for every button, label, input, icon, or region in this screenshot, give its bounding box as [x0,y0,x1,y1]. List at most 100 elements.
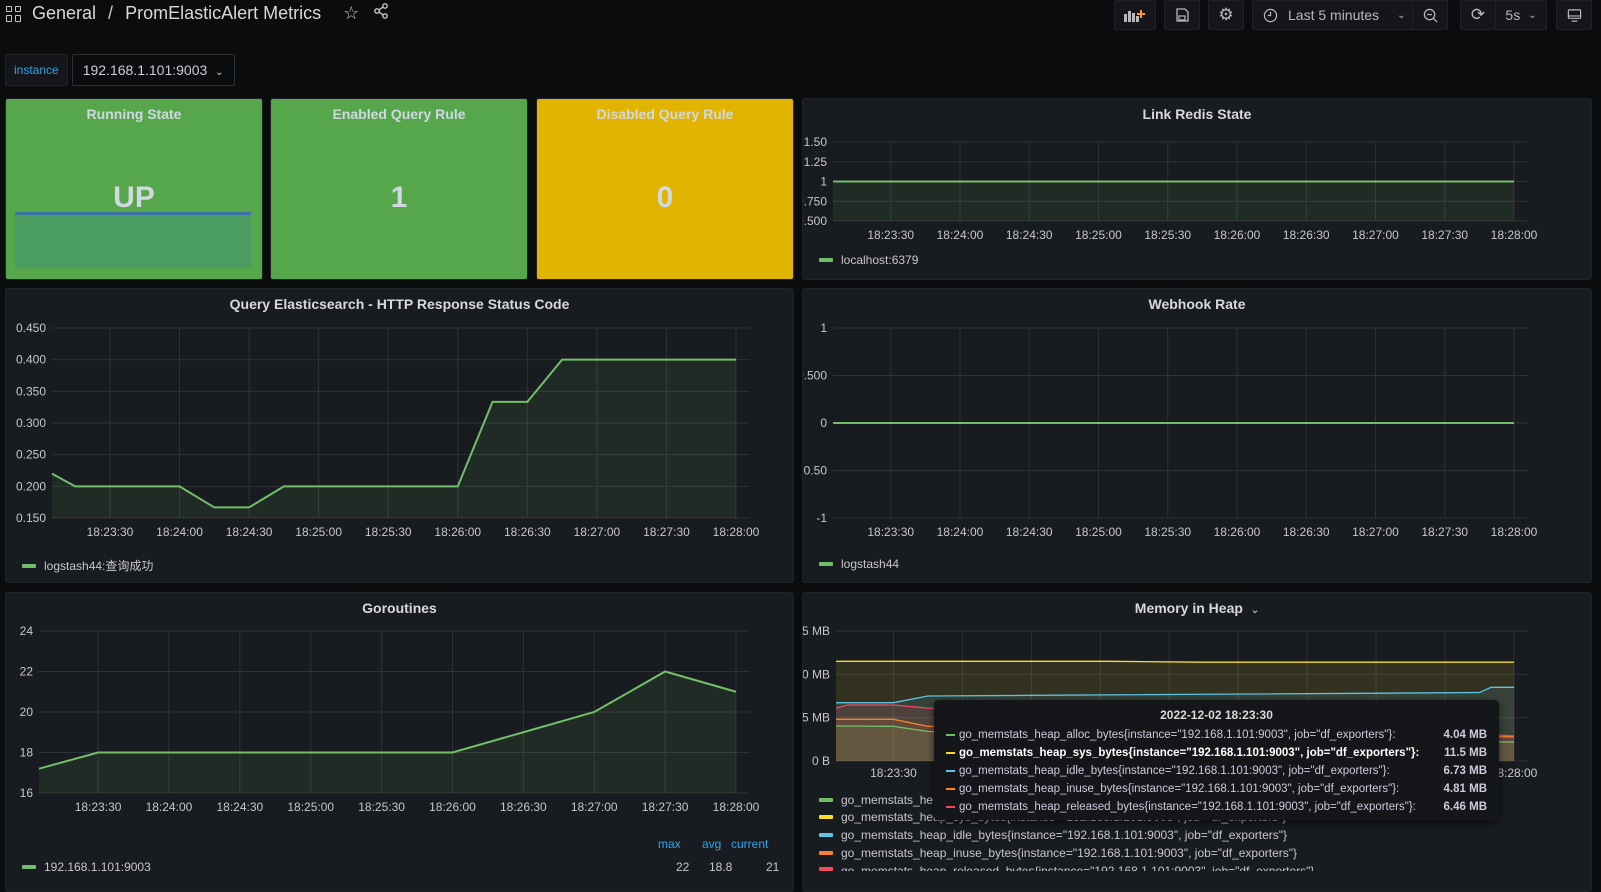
tv-mode-button[interactable] [1556,0,1592,30]
chart-link-redis-state[interactable]: 0.500 0.750 1 1.25 1.50 18:23:30 18:24:00 18:24… [803,99,1592,280]
legend-label: logstash44:查询成功 [44,559,154,573]
breadcrumb-folder[interactable]: General [32,3,96,24]
x-tick-label: 18:27:30 [1421,525,1468,539]
y-tick-label: 0 [820,416,827,430]
panel-goroutines[interactable]: Goroutines 16 18 20 22 24 18:23:30 18:24:00 18:… [5,592,794,892]
y-tick-label: 0.400 [16,353,46,367]
series-swatch [946,806,955,808]
top-navbar: General / PromElasticAlert Metrics ☆ ⚙ L… [0,0,1601,32]
legend-item[interactable]: 192.168.1.101:9003 [22,860,151,874]
legend-item[interactable]: go_memstats_heap_inuse_bytes{instance="1… [819,846,1297,860]
chevron-down-icon: ⌄ [215,67,224,78]
instance-variable-value: 192.168.1.101:9003 [82,62,208,78]
x-tick-label: 18:25:00 [1075,525,1122,539]
x-tick-label: 18:28:00 [1491,228,1538,242]
legend-swatch [819,815,833,819]
chart-webhook-rate[interactable]: -1 -0.50 0 0.500 1 18:23:30 18:24:00 18:24:30 18… [803,289,1592,583]
x-tick-label: 18:26:00 [1214,228,1261,242]
add-panel-button[interactable] [1114,0,1156,30]
tooltip-series-value: 11.5 MB [1444,747,1487,759]
legend-header-max[interactable]: max [658,837,681,851]
y-tick-label: 5 MB [803,711,830,725]
legend-swatch [22,865,36,869]
tooltip-series-name: go_memstats_heap_released_bytes{instance… [959,801,1416,813]
tooltip-series-value: 4.81 MB [1443,783,1487,795]
star-icon[interactable]: ☆ [343,3,359,24]
legend-item[interactable]: go_memstats_he [819,793,933,807]
dashboard-title[interactable]: PromElasticAlert Metrics [125,3,321,24]
apps-icon[interactable] [6,5,22,22]
legend-header-current[interactable]: current [731,837,768,851]
y-tick-label: 0.350 [16,384,46,398]
x-tick-label: 18:23:30 [867,228,914,242]
instance-variable-select[interactable]: 192.168.1.101:9003 ⌄ [71,54,235,86]
y-tick-label: 1 [820,175,827,189]
y-tick-label: -0.50 [803,464,827,478]
x-tick-label: 18:28:00 [713,525,760,539]
x-tick-label: 18:26:30 [1283,228,1330,242]
series-swatch [946,752,955,754]
y-tick-label: 1.25 [804,155,828,169]
legend-label: 192.168.1.101:9003 [44,860,151,874]
y-tick-label: 20 [20,705,34,719]
legend-header-avg[interactable]: avg [702,837,721,851]
x-tick-label: 18:24:30 [226,525,273,539]
add-panel-icon [1123,8,1147,22]
share-icon[interactable] [373,3,389,24]
tooltip-row: go_memstats_heap_released_bytes{instance… [946,798,1487,816]
x-tick-label: 18:23:30 [870,766,917,780]
x-tick-label: 18:25:30 [1144,525,1191,539]
y-tick-label: 0.450 [16,321,46,335]
panel-running-state[interactable]: Running State UP [5,98,263,280]
save-dashboard-button[interactable] [1164,0,1200,30]
y-tick-label: 1.50 [804,135,828,149]
panel-link-redis-state[interactable]: Link Redis State 0.5000.75011.251.5018:2… [802,98,1592,280]
x-tick-label: 18:23:30 [75,800,122,814]
y-tick-label: 0.750 [803,194,827,208]
series-swatch [946,770,955,772]
x-tick-label: 18:24:30 [216,800,263,814]
refresh-interval-picker[interactable]: 5s ⌄ [1495,0,1547,30]
legend-swatch [819,258,833,262]
panel-disabled-query-rule[interactable]: Disabled Query Rule 0 [536,98,794,280]
legend-swatch [22,563,36,568]
y-tick-label: 16 [20,786,34,800]
x-tick-label: 18:26:00 [429,800,476,814]
x-tick-label: 18:26:00 [434,525,481,539]
series-area [52,359,736,518]
legend-swatch [819,833,833,837]
legend-item[interactable]: go_memstats_heap_idle_bytes{instance="19… [819,828,1287,842]
panel-webhook-rate[interactable]: Webhook Rate -1-0.5000.500118:23:3018:24… [802,288,1592,583]
dashboard-settings-button[interactable]: ⚙ [1208,0,1244,30]
legend-item[interactable]: go_memstats_heap_released_bytes{instance… [819,864,1314,871]
zoom-out-button[interactable] [1412,0,1448,30]
x-tick-label: 18:26:30 [500,800,547,814]
legend-label: go_memstats_he [841,793,934,807]
tooltip-series-name: go_memstats_heap_sys_bytes{instance="192… [959,747,1420,759]
refresh-icon: ⟳ [1470,5,1486,24]
y-tick-label: 0.250 [16,448,46,462]
x-tick-label: 18:24:30 [1006,525,1053,539]
stat-value: UP [113,181,155,214]
gear-icon: ⚙ [1218,5,1234,24]
legend-value-avg: 18.8 [709,860,733,874]
refresh-button[interactable]: ⟳ [1460,0,1496,30]
y-tick-label: 0.150 [16,511,46,525]
stat-value: 1 [390,181,408,214]
tooltip-series-name: go_memstats_heap_idle_bytes{instance="19… [959,765,1390,777]
y-tick-label: 0.200 [16,479,46,493]
tooltip-series-value: 4.04 MB [1443,729,1487,741]
legend-item[interactable]: localhost:6379 [819,253,918,267]
tooltip-time: 2022-12-02 18:23:30 [1160,708,1273,722]
legend-item[interactable]: logstash44:查询成功 [22,557,153,574]
chart-query-elasticsearch[interactable]: 0.150 0.200 0.250 0.300 0.350 0.400 0.450 18:23… [6,289,794,583]
x-tick-label: 18:27:00 [574,525,621,539]
legend-swatch [819,798,833,802]
legend-item[interactable]: logstash44 [819,557,899,571]
panel-enabled-query-rule[interactable]: Enabled Query Rule 1 [270,98,528,280]
series-swatch [946,734,955,736]
x-tick-label: 18:28:00 [713,800,760,814]
y-tick-label: 18 [20,746,34,760]
panel-query-elasticsearch[interactable]: Query Elasticsearch - HTTP Response Stat… [5,288,794,583]
x-tick-label: 18:24:00 [156,525,203,539]
